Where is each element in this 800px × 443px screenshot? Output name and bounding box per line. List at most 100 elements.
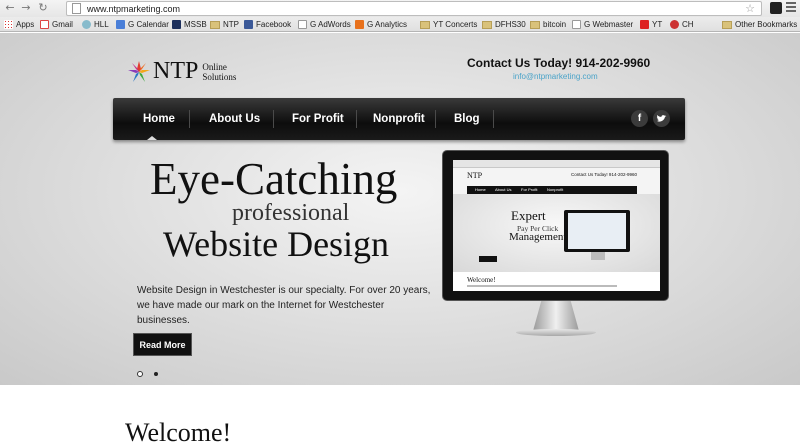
mini-nav-item: Nonprofit [547,187,564,192]
mini-contact: Contact Us Today! 914-202-9960 [571,172,637,177]
active-indicator [147,136,157,140]
mini-nav-item: About Us [495,187,512,192]
bookmark-label: bitcoin [543,20,567,29]
page-icon [72,3,81,14]
nav-home[interactable]: Home [143,98,175,140]
nav-divider [435,110,436,128]
nav-divider [493,110,494,128]
bookmark-apps[interactable]: Apps [4,17,34,32]
mini-browser-bar [453,160,660,168]
browser-toolbar: ← → ↻ www.ntpmarketing.com ☆ [0,0,800,17]
contact-phone: Contact Us Today! 914-202-9960 [467,56,651,70]
slider-dot-1[interactable] [137,371,143,377]
page-icon [572,20,581,29]
bookmark-label: YT Concerts [433,20,478,29]
bookmark-hll[interactable]: HLL [82,17,109,32]
bookmark-label: G Webmaster [584,20,634,29]
mini-headline: Expert [511,208,546,223]
monitor-base [516,329,596,336]
youtube-icon [640,20,649,29]
mini-headline-2: Management [509,231,567,243]
apps-grid-icon [4,20,13,29]
folder-icon [482,20,492,29]
bookmark-star-icon[interactable]: ☆ [745,2,755,15]
nav-divider [273,110,274,128]
ch-icon [670,20,679,29]
bookmark-gcalendar[interactable]: G Calendar [116,17,169,32]
nav-for-profit[interactable]: For Profit [292,98,344,140]
hero-background [0,33,800,385]
bookmark-ntp[interactable]: NTP [210,17,239,32]
bookmark-bitcoin[interactable]: bitcoin [530,17,566,32]
folder-icon [530,20,540,29]
main-nav: Home About Us For Profit Nonprofit Blog … [113,98,685,140]
monitor-image: NTP Contact Us Today! 914-202-9960 Home … [442,150,669,301]
nav-divider [189,110,190,128]
logo-subtitle: Online Solutions [202,62,236,82]
mini-monitor [564,210,630,252]
logo-sub-line: Solutions [202,71,237,82]
mini-nav: Home About Us For Profit Nonprofit [467,186,637,194]
star-logo-icon [127,60,151,84]
bookmark-ganalytics[interactable]: G Analytics [355,17,407,32]
folder-icon [420,20,430,29]
calendar-icon [116,20,125,29]
bookmarks-bar: Apps Gmail HLL G Calendar MSSB NTP Faceb… [0,17,800,32]
menu-icon[interactable] [786,2,796,14]
logo-sub-line: Online [202,61,227,72]
slider-dot-2[interactable] [154,372,158,376]
bookmark-yt[interactable]: YT [640,17,662,32]
bookmark-ch[interactable]: CH [670,17,694,32]
hero-description: Website Design in Westchester is our spe… [137,285,431,326]
bookmark-dfhs30[interactable]: DFHS30 [482,17,526,32]
extension-icon[interactable] [770,2,782,14]
mini-nav-item: For Profit [521,187,538,192]
bookmark-label: NTP [223,20,239,29]
gmail-icon [40,20,49,29]
hero-headline: Eye-Catching [150,154,398,204]
mini-nav-item: Home [475,187,486,192]
globe-icon [82,20,91,29]
read-more-button[interactable]: Read More [133,333,192,356]
bookmark-label: CH [682,20,694,29]
page-icon [298,20,307,29]
site-logo[interactable]: NTP Online Solutions [127,58,236,85]
bookmark-label: G Calendar [128,20,169,29]
nav-nonprofit[interactable]: Nonprofit [373,98,425,140]
nav-about-us[interactable]: About Us [209,98,260,140]
bookmark-label: Gmail [52,20,73,29]
bookmark-facebook[interactable]: Facebook [244,17,291,32]
mini-stand [591,252,605,260]
url-text[interactable]: www.ntpmarketing.com [87,4,180,14]
bookmark-other[interactable]: Other Bookmarks [722,17,797,32]
bookmark-gmail[interactable]: Gmail [40,17,73,32]
mini-welcome: Welcome! [467,276,496,284]
contact-email-link[interactable]: info@ntpmarketing.com [513,72,598,81]
bookmark-label: MSSB [184,20,207,29]
folder-icon [722,20,732,29]
bookmark-label: Facebook [256,20,292,29]
bookmark-ytconcerts[interactable]: YT Concerts [420,17,477,32]
nav-divider [356,110,357,128]
bookmark-mssb[interactable]: MSSB [172,17,207,32]
twitter-icon[interactable] [653,110,670,127]
nav-blog[interactable]: Blog [454,98,480,140]
analytics-icon [355,20,364,29]
back-icon[interactable]: ← [4,1,16,15]
bookmark-label: Apps [16,20,35,29]
mssb-icon [172,20,181,29]
forward-icon[interactable]: → [20,1,32,15]
logo-name: NTP [153,58,199,84]
welcome-heading: Welcome! [125,418,232,443]
mini-text-line [467,285,617,287]
address-bar[interactable]: www.ntpmarketing.com ☆ [66,1,762,16]
facebook-icon[interactable]: f [631,110,648,127]
bookmark-gwebmaster[interactable]: G Webmaster [572,17,633,32]
bookmark-label: G AdWords [310,20,351,29]
reload-icon[interactable]: ↻ [37,1,49,15]
hero-headline-2: Website Design [163,224,390,264]
monitor-screen: NTP Contact Us Today! 914-202-9960 Home … [453,160,660,291]
bookmark-label: YT [652,20,663,29]
bookmark-gadwords[interactable]: G AdWords [298,17,351,32]
facebook-icon [244,20,253,29]
